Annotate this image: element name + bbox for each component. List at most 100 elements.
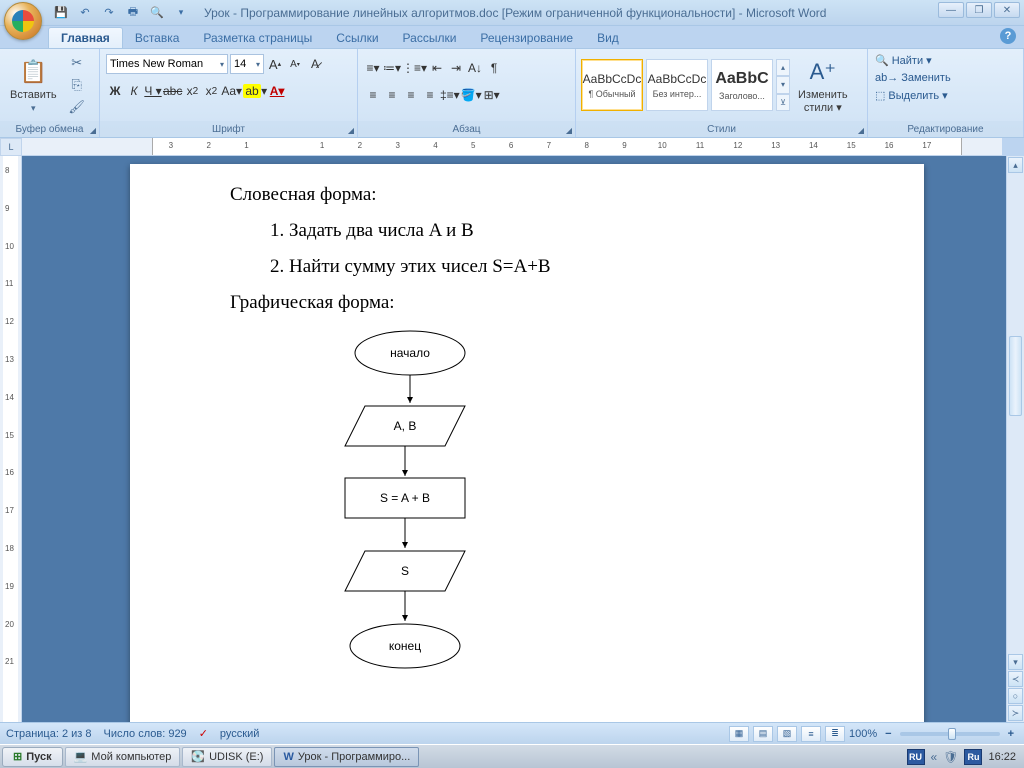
scroll-down-icon[interactable]: ▾ (1008, 654, 1023, 670)
highlight-button[interactable]: ab▾ (243, 81, 267, 101)
cut-icon[interactable]: ✂ (67, 53, 87, 73)
font-color-button[interactable]: A▾ (268, 81, 286, 101)
status-language[interactable]: русский (220, 728, 259, 740)
style-heading[interactable]: AaBbCЗаголово... (711, 59, 773, 111)
gallery-more-icon[interactable]: ⊻ (776, 94, 790, 111)
status-proof-icon[interactable]: ✓ (199, 727, 208, 740)
scroll-up-icon[interactable]: ▴ (1008, 157, 1023, 173)
change-case-button[interactable]: Aa▾ (221, 81, 242, 101)
shading-button[interactable]: 🪣▾ (461, 85, 482, 105)
tray-lang-1[interactable]: RU (907, 749, 925, 765)
tray-shield-icon[interactable]: 🛡 (943, 750, 958, 764)
ruler-corner[interactable]: L (0, 138, 22, 156)
dialog-launcher-icon[interactable]: ◢ (566, 126, 572, 135)
tray-clock[interactable]: 16:22 (988, 751, 1016, 763)
indent-increase-button[interactable]: ⇥ (447, 58, 465, 78)
tab-home[interactable]: Главная (48, 27, 123, 48)
font-name-select[interactable]: Times New Roman▾ (106, 54, 228, 74)
restore-button[interactable]: ❐ (966, 2, 992, 18)
find-icon: 🔍 (875, 54, 889, 67)
bullets-button[interactable]: ≡▾ (364, 58, 382, 78)
indent-decrease-button[interactable]: ⇤ (428, 58, 446, 78)
align-left-button[interactable]: ≡ (364, 85, 382, 105)
print-icon[interactable]: 🖶 (124, 4, 142, 22)
line-spacing-button[interactable]: ‡≡▾ (440, 85, 460, 105)
shrink-font-icon[interactable]: A▾ (286, 54, 304, 74)
numbering-button[interactable]: ≔▾ (383, 58, 401, 78)
grow-font-icon[interactable]: A▴ (266, 54, 284, 74)
zoom-in-icon[interactable]: + (1004, 728, 1018, 740)
help-icon[interactable]: ? (1000, 28, 1016, 44)
style-normal[interactable]: AaBbCcDc¶ Обычный (581, 59, 643, 111)
scroll-thumb[interactable] (1009, 336, 1022, 416)
zoom-label[interactable]: 100% (849, 728, 877, 740)
page[interactable]: Словесная форма: 1. Задать два числа A и… (130, 164, 924, 722)
minimize-button[interactable]: — (938, 2, 964, 18)
redo-icon[interactable]: ↷ (100, 4, 118, 22)
view-print-layout[interactable]: ▦ (729, 726, 749, 742)
close-button[interactable]: ✕ (994, 2, 1020, 18)
superscript-button[interactable]: x2 (202, 81, 220, 101)
tab-view[interactable]: Вид (585, 28, 631, 48)
tray-lang-2[interactable]: Ru (964, 749, 982, 765)
borders-button[interactable]: ⊞▾ (483, 85, 501, 105)
qat-more-icon[interactable]: ▾ (172, 4, 190, 22)
zoom-slider[interactable] (900, 732, 1000, 736)
align-center-button[interactable]: ≡ (383, 85, 401, 105)
save-icon[interactable]: 💾 (52, 4, 70, 22)
underline-button[interactable]: Ч ▾ (144, 81, 162, 101)
format-painter-icon[interactable]: 🖌 (67, 97, 87, 117)
multilevel-button[interactable]: ⋮≡▾ (402, 58, 427, 78)
ruler-horizontal[interactable]: 321 1234 5678 9101112 13141516 17 (22, 138, 1002, 156)
strike-button[interactable]: abc (163, 81, 182, 101)
status-words[interactable]: Число слов: 929 (104, 728, 187, 740)
italic-button[interactable]: К (125, 81, 143, 101)
tab-review[interactable]: Рецензирование (468, 28, 585, 48)
browse-object-icon[interactable]: ○ (1008, 688, 1023, 704)
tab-references[interactable]: Ссылки (324, 28, 390, 48)
undo-icon[interactable]: ↶ (76, 4, 94, 22)
show-marks-button[interactable]: ¶ (485, 58, 503, 78)
font-size-select[interactable]: 14▾ (230, 54, 264, 74)
task-my-computer[interactable]: 💻Мой компьютер (65, 747, 181, 767)
view-outline[interactable]: ≡ (801, 726, 821, 742)
preview-icon[interactable]: 🔍 (148, 4, 166, 22)
tab-mailings[interactable]: Рассылки (391, 28, 469, 48)
prev-page-icon[interactable]: ≺ (1008, 671, 1023, 687)
replace-button[interactable]: ab→Заменить (872, 71, 1019, 85)
tab-insert[interactable]: Вставка (123, 28, 192, 48)
sort-button[interactable]: A↓ (466, 58, 484, 78)
tray-chevron-icon[interactable]: « (931, 750, 938, 764)
next-page-icon[interactable]: ≻ (1008, 705, 1023, 721)
gallery-down-icon[interactable]: ▾ (776, 76, 790, 93)
dialog-launcher-icon[interactable]: ◢ (858, 126, 864, 135)
start-button[interactable]: ⊞Пуск (2, 747, 63, 767)
change-styles-button[interactable]: A⁺ Изменить стили ▾ (793, 55, 853, 116)
clear-format-icon[interactable]: A̷ (306, 54, 324, 74)
dialog-launcher-icon[interactable]: ◢ (348, 126, 354, 135)
bold-button[interactable]: Ж (106, 81, 124, 101)
task-udisk[interactable]: 💽UDISK (E:) (182, 747, 272, 767)
task-word[interactable]: WУрок - Программиро... (274, 747, 419, 767)
align-right-button[interactable]: ≡ (402, 85, 420, 105)
zoom-out-icon[interactable]: − (881, 728, 895, 740)
group-paragraph: ≡▾ ≔▾ ⋮≡▾ ⇤ ⇥ A↓ ¶ ≡ ≡ ≡ ≡ ‡≡▾ 🪣▾ ⊞▾ Абз… (358, 49, 576, 137)
subscript-button[interactable]: x2 (183, 81, 201, 101)
office-button[interactable] (4, 2, 42, 40)
copy-icon[interactable]: ⎘ (67, 75, 87, 95)
style-no-spacing[interactable]: AaBbCcDcБез интер... (646, 59, 708, 111)
ruler-vertical[interactable]: 89101112131415161718192021 (0, 156, 22, 722)
status-page[interactable]: Страница: 2 из 8 (6, 728, 92, 740)
tab-page-layout[interactable]: Разметка страницы (191, 28, 324, 48)
dialog-launcher-icon[interactable]: ◢ (90, 126, 96, 135)
view-web[interactable]: ▧ (777, 726, 797, 742)
view-draft[interactable]: ≣ (825, 726, 845, 742)
document-scroll[interactable]: Словесная форма: 1. Задать два числа A и… (22, 156, 1006, 722)
paste-button[interactable]: 📋 Вставить ▾ (5, 55, 62, 116)
find-button[interactable]: 🔍Найти ▾ (872, 53, 1019, 68)
justify-button[interactable]: ≡ (421, 85, 439, 105)
view-full-reading[interactable]: ▤ (753, 726, 773, 742)
select-button[interactable]: ⬚Выделить ▾ (872, 88, 1019, 103)
gallery-up-icon[interactable]: ▴ (776, 59, 790, 76)
scrollbar-vertical[interactable]: ▴ ▾ ≺ ○ ≻ (1006, 156, 1024, 722)
